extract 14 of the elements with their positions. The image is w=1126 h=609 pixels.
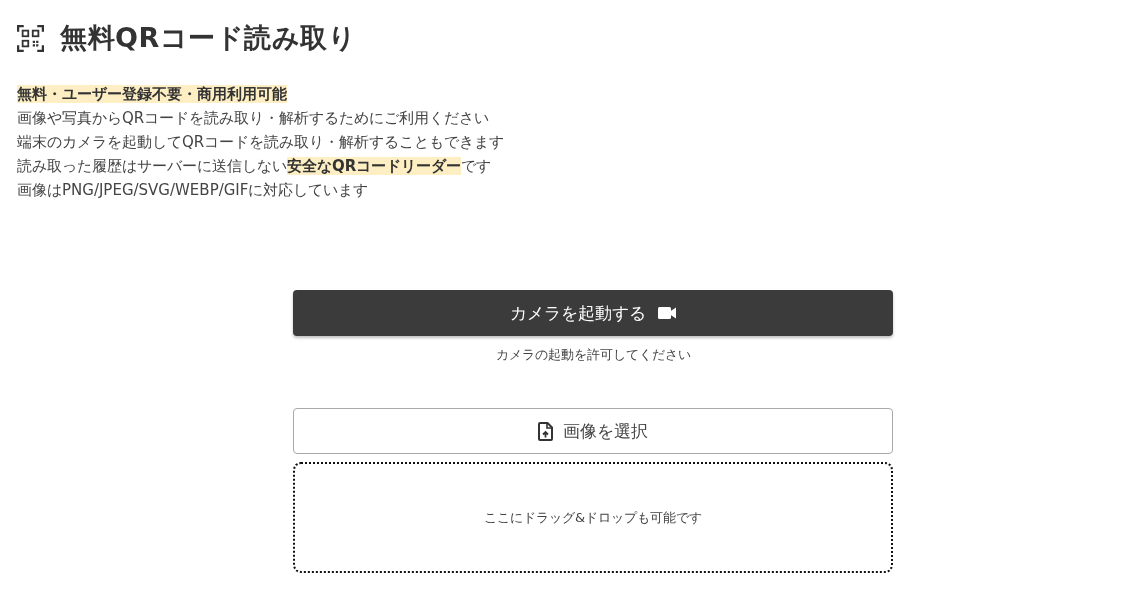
select-image-button[interactable]: 画像を選択 bbox=[293, 408, 893, 454]
intro-text: 端末のカメラを起動してQRコードを読み取り・解析することもできます bbox=[17, 132, 505, 153]
intro-text: 画像はPNG/JPEG/SVG/WEBP/GIFに対応しています bbox=[17, 180, 369, 201]
file-upload-icon bbox=[538, 421, 553, 441]
video-camera-icon bbox=[658, 307, 676, 319]
drop-zone-text: ここにドラッグ&ドロップも可能です bbox=[483, 508, 703, 527]
intro-text: 無料・ユーザー登録不要・商用利用可能 bbox=[17, 84, 287, 105]
intro-text: 読み取った履歴はサーバーに送信しない安全なQRコードリーダーです bbox=[17, 156, 492, 177]
qr-scan-icon bbox=[17, 24, 44, 52]
drop-zone[interactable]: ここにドラッグ&ドロップも可能です bbox=[293, 462, 893, 573]
intro-text: 画像や写真からQRコードを読み取り・解析するためにご利用ください bbox=[17, 108, 490, 129]
camera-permission-note: カメラの起動を許可してください bbox=[495, 346, 691, 364]
start-camera-button[interactable]: カメラを起動する bbox=[293, 290, 893, 336]
page-title: 無料QRコード読み取り bbox=[60, 21, 357, 55]
